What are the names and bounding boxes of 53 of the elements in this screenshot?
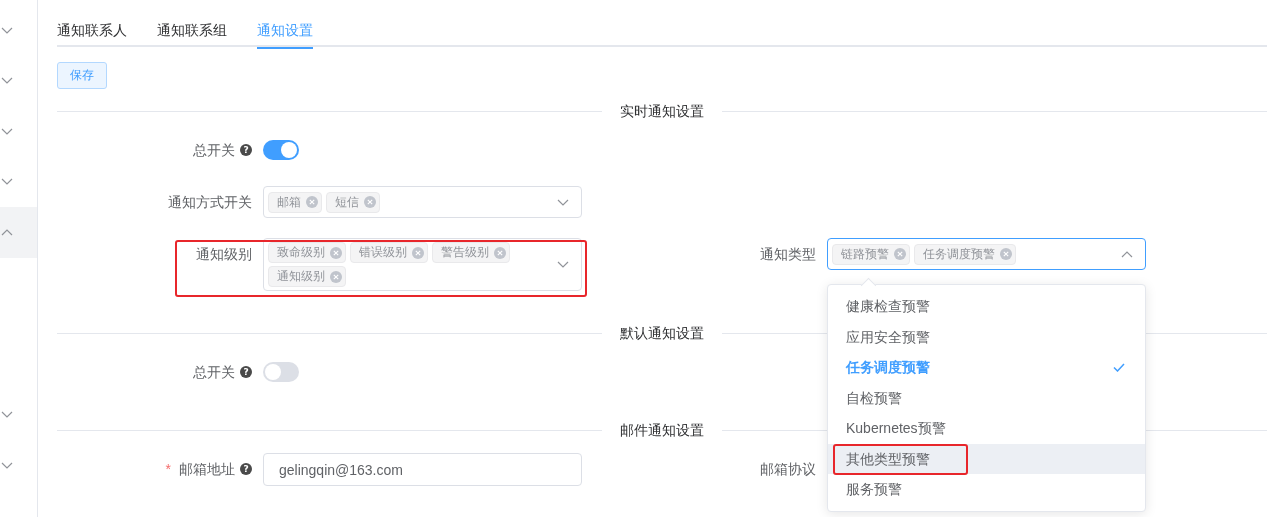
field-label: 总开关 [193, 141, 235, 160]
chevron-icon [557, 198, 569, 206]
tag: 短信 [326, 191, 380, 213]
close-icon [412, 246, 424, 259]
chevron-icon [1, 26, 13, 34]
help-icon: ? [240, 463, 252, 475]
section-title: 默认通知设置 [619, 324, 705, 343]
tab[interactable]: 通知联系组 [157, 20, 227, 47]
close-icon [306, 196, 318, 208]
toggle-switch[interactable] [263, 140, 299, 160]
email-input[interactable]: gelingqin@163.com [263, 453, 582, 486]
dropdown-option[interactable]: 健康检查预警 [828, 291, 1145, 322]
field-label: 通知级别 [196, 245, 252, 264]
sidebar-item[interactable] [0, 207, 37, 258]
close-icon [494, 246, 506, 259]
chevron-icon [1, 228, 13, 236]
close-icon [1000, 248, 1012, 260]
dropdown-option[interactable]: Kubernetes预警 [828, 413, 1145, 444]
help-icon: ? [240, 144, 252, 156]
required-mark: * [165, 460, 171, 479]
close-icon [894, 248, 906, 260]
dropdown-option[interactable]: 自检预警 [828, 382, 1145, 413]
chevron-icon [1, 461, 13, 469]
field-label: 通知类型 [760, 245, 816, 264]
chevron-icon [1, 411, 13, 419]
section-title: 实时通知设置 [619, 102, 705, 121]
dropdown-option[interactable]: 应用安全预警 [828, 321, 1145, 352]
chevron-icon [557, 261, 569, 268]
tag: 任务调度预警 [914, 243, 1016, 265]
tag: 错误级别 [350, 242, 428, 263]
tab[interactable]: 通知联系人 [57, 20, 127, 47]
close-icon [364, 196, 376, 208]
chevron-icon [1, 77, 13, 85]
chevron-icon [1, 127, 13, 135]
close-icon [330, 246, 342, 259]
chevron-icon [1121, 250, 1133, 258]
field-label: 邮箱地址 [179, 460, 235, 479]
field-label: 邮箱协议 [760, 460, 816, 479]
tag: 致命级别 [268, 242, 346, 263]
tag: 警告级别 [432, 242, 510, 263]
dropdown-option[interactable]: 服务预警 [828, 474, 1145, 505]
chevron-icon [1, 178, 13, 186]
toggle-switch[interactable] [263, 362, 299, 382]
tag: 通知级别 [268, 266, 346, 287]
tag: 链路预警 [832, 243, 910, 265]
section-title: 邮件通知设置 [619, 421, 705, 440]
field-label: 通知方式开关 [168, 193, 252, 212]
help-icon: ? [240, 366, 252, 378]
field-label: 总开关 [193, 363, 235, 382]
dropdown-option[interactable]: 其他类型预警 [828, 443, 1145, 474]
tag: 邮箱 [268, 191, 322, 213]
close-icon [330, 270, 342, 283]
check-icon [1113, 362, 1125, 372]
